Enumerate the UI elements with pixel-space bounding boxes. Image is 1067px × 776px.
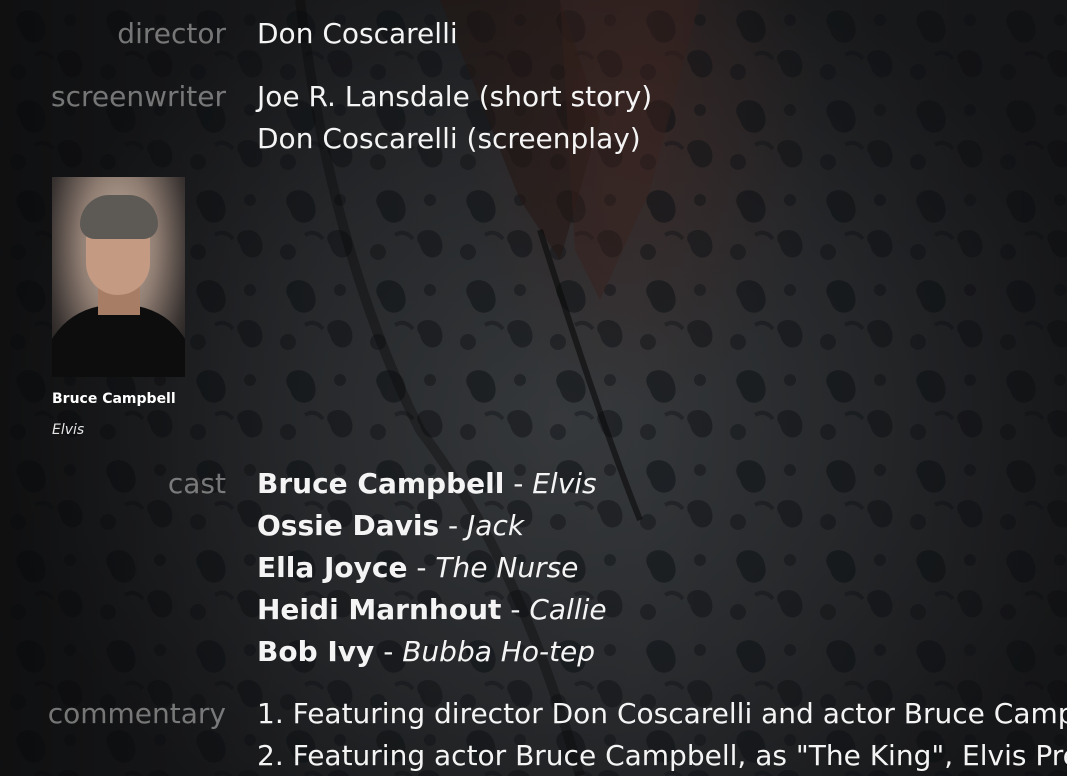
credits-panel: director Don Coscarelli screenwriter Joe… (0, 0, 1067, 776)
actor-headshot-icon (52, 177, 185, 377)
cast-member-role: Callie (529, 593, 607, 626)
cast-member-role: The Nurse (435, 551, 579, 584)
cast-separator: - (510, 593, 521, 626)
cast-label: cast (167, 467, 226, 500)
featured-actor-role: Elvis (52, 422, 85, 438)
cast-list: Bruce Campbell - Elvis Ossie Davis - Jac… (257, 463, 607, 673)
director-value: Don Coscarelli (257, 13, 458, 55)
screenwriter-name[interactable]: Joe R. Lansdale (short story) (257, 76, 652, 118)
cast-separator: - (513, 467, 524, 500)
commentary-item[interactable]: 2. Featuring actor Bruce Campbell, as "T… (257, 735, 1067, 776)
director-name[interactable]: Don Coscarelli (257, 13, 458, 55)
cast-member-role: Jack (467, 509, 525, 542)
cast-member[interactable]: Heidi Marnhout - Callie (257, 589, 607, 631)
cast-member-name: Ella Joyce (257, 551, 408, 584)
cast-member-role: Elvis (532, 467, 597, 500)
cast-member-name: Bruce Campbell (257, 467, 505, 500)
cast-member-name: Bob Ivy (257, 635, 375, 668)
cast-member[interactable]: Ella Joyce - The Nurse (257, 547, 607, 589)
director-label: director (117, 17, 226, 50)
cast-separator: - (448, 509, 459, 542)
cast-member[interactable]: Bob Ivy - Bubba Ho-tep (257, 631, 607, 673)
cast-member-name: Ossie Davis (257, 509, 440, 542)
cast-member[interactable]: Ossie Davis - Jack (257, 505, 607, 547)
featured-actor-card[interactable]: Bruce Campbell Elvis (52, 177, 185, 438)
featured-actor-name: Bruce Campbell (52, 391, 176, 407)
commentary-item[interactable]: 1. Featuring director Don Coscarelli and… (257, 693, 1067, 735)
cast-member-role: Bubba Ho-tep (402, 635, 596, 668)
cast-member[interactable]: Bruce Campbell - Elvis (257, 463, 607, 505)
screenwriter-value: Joe R. Lansdale (short story) Don Coscar… (257, 76, 652, 160)
commentary-list: 1. Featuring director Don Coscarelli and… (257, 693, 1067, 776)
commentary-label: commentary (47, 697, 226, 730)
cast-separator: - (383, 635, 394, 668)
cast-separator: - (416, 551, 427, 584)
cast-member-name: Heidi Marnhout (257, 593, 502, 626)
screenwriter-name[interactable]: Don Coscarelli (screenplay) (257, 118, 652, 160)
screenwriter-label: screenwriter (51, 80, 226, 113)
